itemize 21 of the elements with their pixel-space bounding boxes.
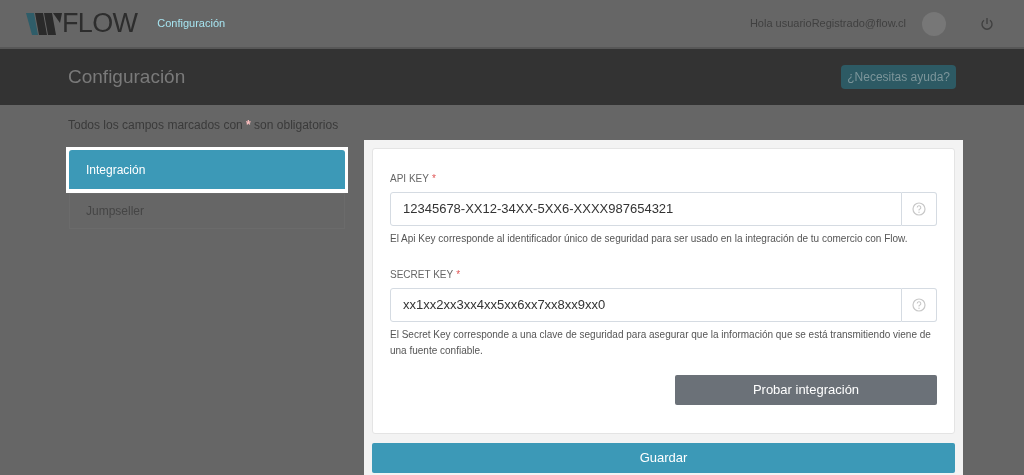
field-help-text: El Api Key corresponde al identificador único de seguridad para ser usado en la integración de tu comercio con Flow. [390,232,909,246]
field-label: API KEY [390,172,429,186]
page-title: Configuración [68,64,186,89]
required-mark: * [456,268,461,282]
test-button[interactable]: Probar integración [675,375,937,405]
sidebar-item[interactable]: Integración [69,150,345,189]
field-help-text: El Secret Key corresponde a una clave de seguridad para asegurar que la información que se está transmitiendo viene de una fuente confiable. [390,328,932,358]
help-addon[interactable] [902,288,937,322]
input-field[interactable]: xx1xx2xx3xx4xx5xx6xx7xx8xx9xx0 [390,288,902,322]
logo-icon [26,12,62,35]
required-mark: * [431,172,436,186]
nav-link[interactable]: Configuración [157,15,226,32]
power-icon[interactable] [980,16,994,31]
help-button[interactable]: ¿Necesitas ayuda? [841,65,956,89]
field-label: SECRET KEY [390,268,454,282]
help-icon [912,202,926,216]
logo-text: FLOW [62,10,138,37]
save-button[interactable]: Guardar [372,443,955,473]
input-field[interactable]: 12345678-XX12-34XX-5XX6-XXXX987654321 [390,192,902,226]
help-icon [912,298,926,312]
help-addon[interactable] [902,192,937,226]
